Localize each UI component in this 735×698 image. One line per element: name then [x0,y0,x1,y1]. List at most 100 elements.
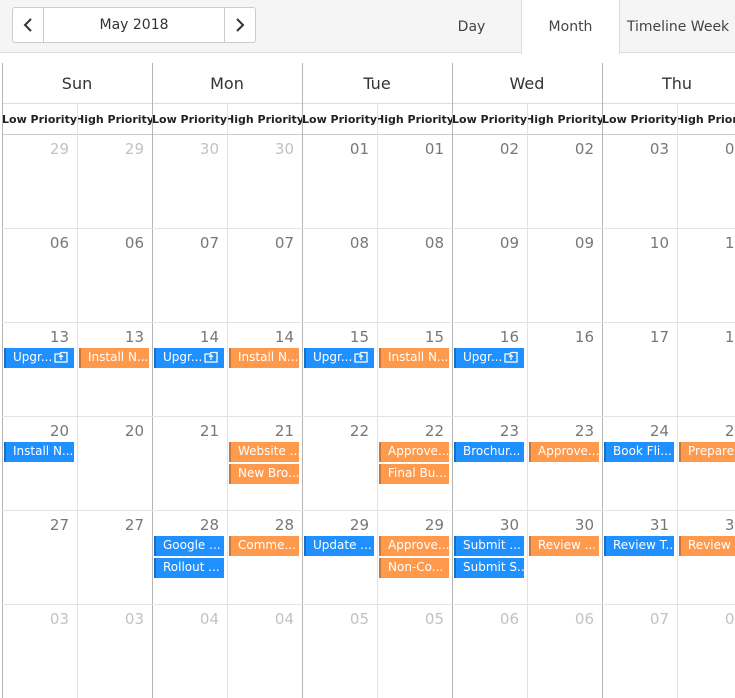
appointment-title: Submit ... [463,538,521,552]
date-cell-number[interactable]: 14 [159,328,219,346]
date-cell-number[interactable]: 27 [84,516,144,534]
appointment[interactable]: Prepare ... [679,442,735,462]
date-cell-number[interactable]: 14 [234,328,294,346]
date-cell-number[interactable]: 29 [84,140,144,158]
appointment[interactable]: Upgr... [4,348,74,368]
next-button[interactable] [224,8,255,42]
date-cell-number[interactable]: 31 [684,516,735,534]
date-cell-number[interactable]: 10 [684,234,735,252]
date-cell-number[interactable]: 31 [609,516,669,534]
day-header-thu: Thu [661,73,693,93]
appointment[interactable]: Approve... [379,536,449,556]
date-cell-number[interactable]: 16 [534,328,594,346]
date-cell-number[interactable]: 24 [609,422,669,440]
date-cell-number[interactable]: 01 [384,140,444,158]
date-cell-number[interactable]: 27 [9,516,69,534]
date-cell-number[interactable]: 06 [534,610,594,628]
date-cell-number[interactable]: 03 [9,610,69,628]
date-cell-number[interactable]: 05 [384,610,444,628]
date-cell-number[interactable]: 21 [159,422,219,440]
date-cell-number[interactable]: 15 [384,328,444,346]
resource-header-low-priority: Low Priority [602,103,677,134]
appointment[interactable]: Rollout ... [154,558,224,578]
date-cell-number[interactable]: 21 [234,422,294,440]
appointment[interactable]: Upgr... [454,348,524,368]
date-cell-number[interactable]: 07 [684,610,735,628]
date-cell-number[interactable]: 28 [159,516,219,534]
date-cell-number[interactable]: 07 [159,234,219,252]
date-cell-number[interactable]: 20 [9,422,69,440]
date-cell-number[interactable]: 15 [309,328,369,346]
appointment[interactable]: New Bro... [229,464,299,484]
appointment[interactable]: Install N... [229,348,299,368]
period-caption[interactable]: May 2018 [44,8,224,42]
appointment[interactable]: Review T... [604,536,674,556]
date-cell-number[interactable]: 06 [459,610,519,628]
date-cell-number[interactable]: 04 [234,610,294,628]
date-cell-number[interactable]: 04 [159,610,219,628]
date-cell-number[interactable]: 20 [84,422,144,440]
date-cell-number[interactable]: 23 [459,422,519,440]
date-cell-number[interactable]: 13 [84,328,144,346]
appointment-title: Approve... [388,444,449,458]
date-cell-number[interactable]: 07 [609,610,669,628]
date-cell-number[interactable]: 29 [9,140,69,158]
date-cell-number[interactable]: 16 [459,328,519,346]
date-cell-number[interactable]: 30 [534,516,594,534]
date-cell-number[interactable]: 03 [609,140,669,158]
date-cell-number[interactable]: 03 [684,140,735,158]
date-cell-number[interactable]: 03 [84,610,144,628]
appointment[interactable]: Approve... [529,442,599,462]
date-cell-number[interactable]: 06 [84,234,144,252]
date-cell-number[interactable]: 07 [234,234,294,252]
date-cell-number[interactable]: 29 [384,516,444,534]
date-cell-number[interactable]: 17 [609,328,669,346]
appointment[interactable]: Final Bu... [379,464,449,484]
appointment-title: Book Fli... [613,444,672,458]
date-cell-number[interactable]: 02 [534,140,594,158]
appointment[interactable]: Comme... [229,536,299,556]
resource-header-low-priority: Low Priority [152,103,227,134]
date-cell-number[interactable]: 13 [9,328,69,346]
appointment[interactable]: Brochur... [454,442,524,462]
date-cell-number[interactable]: 05 [309,610,369,628]
appointment[interactable]: Approve... [379,442,449,462]
appointment[interactable]: Update ... [304,536,374,556]
appointment[interactable]: Review ... [529,536,599,556]
date-cell-number[interactable]: 22 [384,422,444,440]
appointment[interactable]: Upgr... [154,348,224,368]
appointment[interactable]: Google ... [154,536,224,556]
date-cell-number[interactable]: 28 [234,516,294,534]
appointment[interactable]: Submit ... [454,536,524,556]
date-cell-number[interactable]: 01 [309,140,369,158]
previous-button[interactable] [13,8,44,42]
appointment[interactable]: Upgr... [304,348,374,368]
appointment[interactable]: Book Fli... [604,442,674,462]
date-cell-number[interactable]: 17 [684,328,735,346]
date-cell-number[interactable]: 06 [9,234,69,252]
date-cell-number[interactable]: 24 [684,422,735,440]
date-cell-number[interactable]: 09 [534,234,594,252]
date-cell-number[interactable]: 08 [309,234,369,252]
appointment[interactable]: Submit S... [454,558,524,578]
date-cell-number[interactable]: 29 [309,516,369,534]
date-cell-number[interactable]: 22 [309,422,369,440]
date-cell-number[interactable]: 30 [234,140,294,158]
recurrence-icon [204,351,218,363]
date-cell-number[interactable]: 30 [159,140,219,158]
appointment[interactable]: Install N... [4,442,74,462]
date-cell-number[interactable]: 09 [459,234,519,252]
appointment[interactable]: Install N... [79,348,149,368]
date-cell-number[interactable]: 02 [459,140,519,158]
date-cell-number[interactable]: 10 [609,234,669,252]
appointment[interactable]: Non-Co... [379,558,449,578]
date-cell-number[interactable]: 23 [534,422,594,440]
view-tab-month[interactable]: Month [521,0,620,54]
date-cell-number[interactable]: 30 [459,516,519,534]
view-tab-day[interactable]: Day [432,0,511,53]
appointment[interactable]: Review ... [679,536,735,556]
view-tab-timeline-week[interactable]: Timeline Week [621,0,735,53]
date-cell-number[interactable]: 08 [384,234,444,252]
appointment[interactable]: Install N... [379,348,449,368]
appointment[interactable]: Website ... [229,442,299,462]
